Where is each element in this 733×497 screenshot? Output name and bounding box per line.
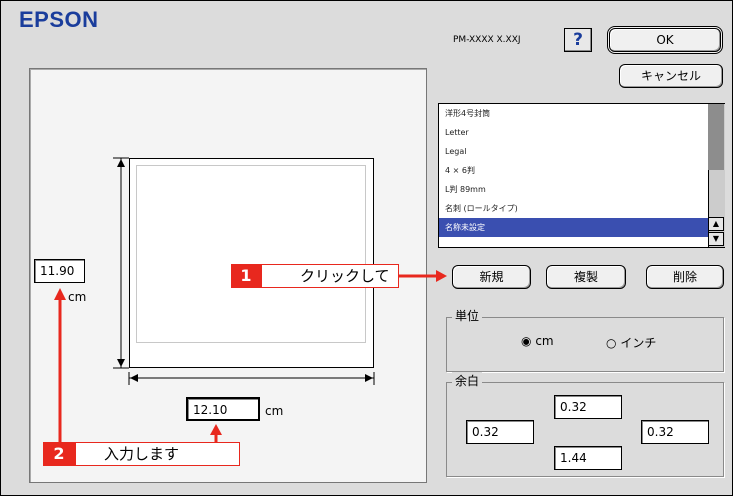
paper-size-dialog: EPSON PM-XXXX X.XXJ ? OK キャンセル 11.90 cm … (0, 0, 733, 496)
margin-left-input[interactable]: 0.32 (466, 420, 534, 444)
units-group (446, 317, 724, 372)
callout-1-text: クリックして (261, 264, 399, 288)
list-item[interactable]: 洋形4号封筒 (439, 104, 724, 123)
height-unit-label: cm (68, 290, 87, 304)
scrollbar-thumb[interactable] (708, 104, 724, 170)
unit-inch-label: インチ (620, 336, 657, 350)
callout-1-number: 1 (231, 264, 261, 288)
unit-cm-label: cm (535, 334, 554, 348)
height-input[interactable]: 11.90 (34, 259, 85, 283)
width-input[interactable]: 12.10 (186, 397, 260, 421)
margin-bottom-input[interactable]: 1.44 (554, 446, 622, 470)
margin-right-input[interactable]: 0.32 (641, 420, 709, 444)
radio-selected-icon: ◉ (521, 334, 532, 348)
list-item-selected[interactable]: 名称未設定 (439, 218, 724, 237)
scroll-down-arrow-icon[interactable]: ▼ (708, 232, 724, 246)
duplicate-button[interactable]: 複製 (546, 265, 626, 289)
unit-cm-radio[interactable]: ◉ cm (521, 334, 554, 348)
scroll-up-arrow-icon[interactable]: ▲ (708, 217, 724, 231)
new-button[interactable]: 新規 (452, 265, 531, 289)
callout-2-text: 入力します (75, 442, 240, 466)
delete-button[interactable]: 削除 (646, 265, 724, 289)
list-item[interactable]: 名刺 (ロールタイプ) (439, 199, 724, 218)
list-item[interactable]: L判 89mm (439, 180, 724, 199)
margins-legend: 余白 (452, 372, 483, 389)
radio-unselected-icon: ○ (606, 336, 617, 350)
callout-2-number: 2 (43, 442, 75, 466)
width-unit-label: cm (265, 404, 284, 418)
paper-size-list[interactable]: 洋形4号封筒 Letter Legal 4 × 6判 L判 89mm 名刺 (ロ… (438, 103, 725, 248)
list-item[interactable]: Letter (439, 123, 724, 142)
list-item[interactable]: Legal (439, 142, 724, 161)
list-item[interactable]: 4 × 6判 (439, 161, 724, 180)
margin-top-input[interactable]: 0.32 (554, 395, 622, 419)
unit-inch-radio[interactable]: ○ インチ (606, 334, 656, 351)
units-legend: 単位 (452, 307, 483, 324)
